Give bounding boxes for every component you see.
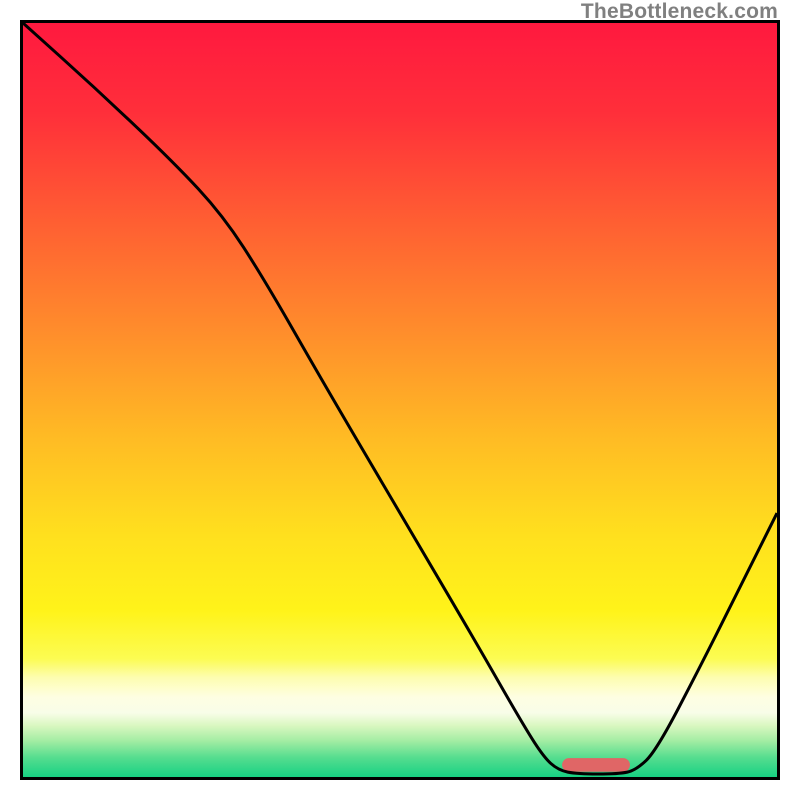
plot-area [20, 20, 780, 780]
bottleneck-curve [23, 23, 777, 777]
chart-frame: TheBottleneck.com [0, 0, 800, 800]
